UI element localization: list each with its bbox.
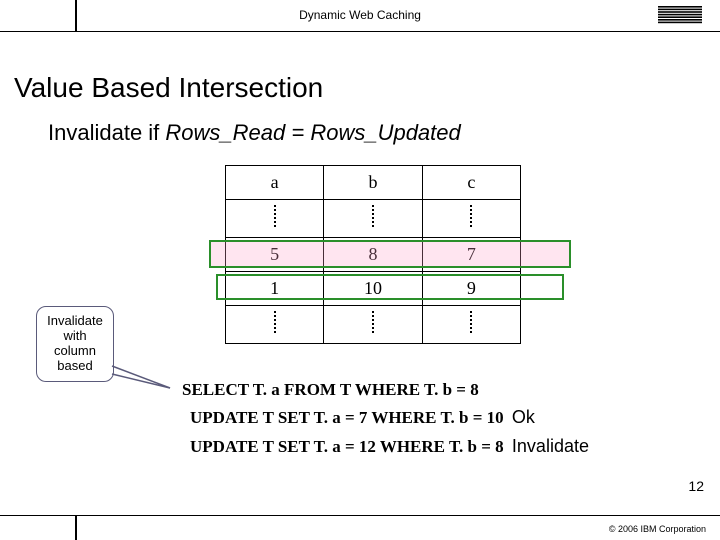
- cell: 10: [324, 272, 422, 306]
- sql-update2: UPDATE T SET T. a = 12 WHERE T. b = 8: [190, 437, 504, 456]
- table-ellipsis-row: [226, 200, 521, 238]
- sql-select: SELECT T. a FROM T WHERE T. b = 8: [182, 376, 589, 403]
- header-bar: Dynamic Web Caching: [0, 0, 720, 32]
- vdots-icon: [372, 311, 374, 333]
- vdots-icon: [274, 205, 276, 227]
- slide-number: 12: [688, 478, 704, 494]
- callout-text: Invalidate with column based: [41, 314, 109, 374]
- page-title: Value Based Intersection: [14, 72, 323, 104]
- footer-left-divider: [75, 516, 77, 540]
- header-title: Dynamic Web Caching: [299, 8, 421, 22]
- cell: 9: [422, 272, 520, 306]
- table-header-row: a b c: [226, 166, 521, 200]
- subtitle: Invalidate if Rows_Read = Rows_Updated: [48, 120, 461, 146]
- table-ellipsis-row: [226, 306, 521, 344]
- vdots-icon: [470, 205, 472, 227]
- col-a: a: [226, 166, 324, 200]
- header-divider: [75, 0, 77, 32]
- sql-block: SELECT T. a FROM T WHERE T. b = 8 UPDATE…: [182, 376, 589, 461]
- cell: 7: [422, 238, 520, 272]
- table-row: 1 10 9: [226, 272, 521, 306]
- callout-bubble: Invalidate with column based: [36, 306, 114, 382]
- col-c: c: [422, 166, 520, 200]
- ibm-logo-icon: [658, 6, 702, 24]
- vdots-icon: [274, 311, 276, 333]
- subtitle-expr: Rows_Read = Rows_Updated: [165, 120, 460, 145]
- sql-update1: UPDATE T SET T. a = 7 WHERE T. b = 10: [190, 408, 504, 427]
- table-row: 5 8 7: [226, 238, 521, 272]
- footer-divider: [0, 515, 720, 516]
- vdots-icon: [372, 205, 374, 227]
- col-b: b: [324, 166, 422, 200]
- annot-invalidate: Invalidate: [512, 436, 589, 456]
- copyright: © 2006 IBM Corporation: [609, 524, 706, 534]
- annot-ok: Ok: [512, 407, 535, 427]
- vdots-icon: [470, 311, 472, 333]
- data-table: a b c 5 8 7 1 10 9: [225, 165, 521, 344]
- cell: 8: [324, 238, 422, 272]
- cell: 1: [226, 272, 324, 306]
- subtitle-prefix: Invalidate if: [48, 120, 165, 145]
- cell: 5: [226, 238, 324, 272]
